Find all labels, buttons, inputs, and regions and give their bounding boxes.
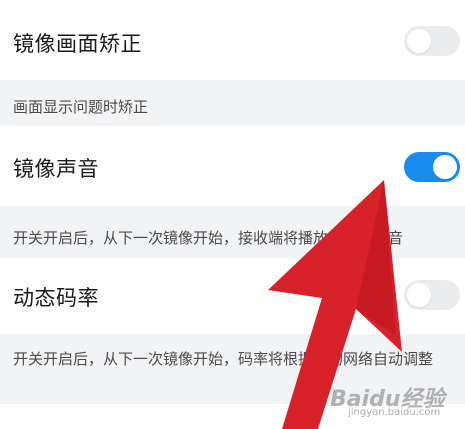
mirror-sound-toggle[interactable]: [404, 152, 460, 182]
setting-row-mirror-correction[interactable]: 镜像画面矫正: [0, 0, 465, 80]
setting-row-dynamic-bitrate[interactable]: 动态码率: [0, 258, 465, 334]
mirror-sound-description: 开关开启后，从下一次镜像开始，接收端将播放镜像的声音: [13, 229, 404, 247]
dynamic-bitrate-description: 开关开启后，从下一次镜像开始，码率将根据您的网络自动调整: [13, 350, 434, 368]
toggle-knob: [433, 155, 457, 179]
mirror-correction-title: 镜像画面矫正: [13, 32, 142, 56]
setting-row-mirror-sound[interactable]: 镜像声音: [0, 126, 465, 206]
toggle-knob: [407, 29, 431, 53]
toggle-knob: [407, 283, 431, 307]
mirror-correction-description: 画面显示问题时矫正: [13, 98, 149, 116]
baidu-watermark: Baidu经验 jingyan.baidu.com: [330, 381, 460, 423]
dynamic-bitrate-title: 动态码率: [13, 286, 99, 310]
mirror-correction-toggle[interactable]: [404, 26, 460, 56]
mirror-sound-title: 镜像声音: [13, 157, 99, 181]
dynamic-bitrate-toggle[interactable]: [404, 280, 460, 310]
settings-screen: 镜像画面矫正 画面显示问题时矫正 镜像声音 开关开启后，从下一次镜像开始，接收端…: [0, 0, 465, 429]
watermark-url: jingyan.baidu.com: [348, 407, 441, 418]
